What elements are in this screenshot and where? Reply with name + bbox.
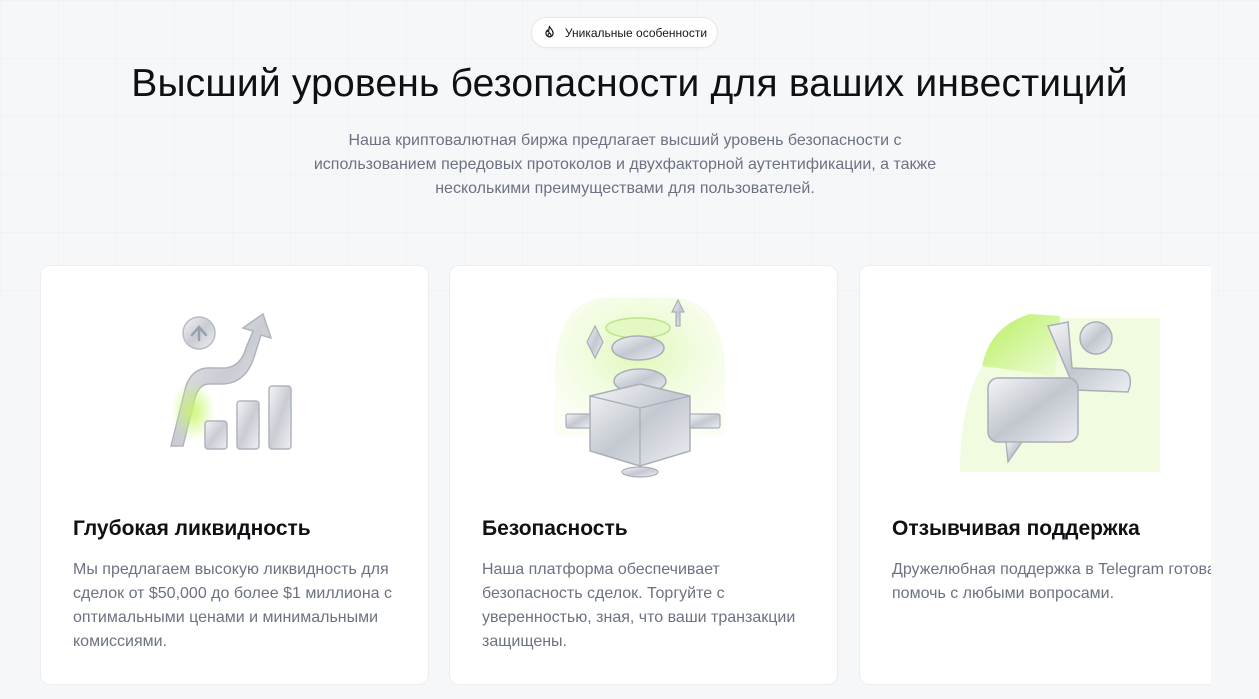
page-subtitle: Наша криптовалютная биржа предлагает выс… — [313, 132, 937, 197]
features-badge: Уникальные особенности — [531, 17, 718, 48]
feature-card-security: Безопасность Наша платформа обеспечивает… — [449, 265, 838, 685]
card-title: Отзывчивая поддержка — [892, 517, 1140, 540]
card-text: Мы предлагаем высокую ликвидность для сд… — [73, 561, 392, 650]
flame-icon — [545, 25, 554, 38]
feature-card-liquidity: Глубокая ликвидность Мы предлагаем высок… — [40, 265, 429, 685]
card-title: Глубокая ликвидность — [73, 517, 311, 540]
badge-label: Уникальные особенности — [564, 25, 708, 40]
card-text: Наша платформа обеспечивает безопасность… — [482, 561, 796, 650]
card-title: Безопасность — [482, 517, 628, 540]
card-text: Дружелюбная поддержка в Telegram готова … — [892, 561, 1211, 602]
feature-card-support: Отзывчивая поддержка Дружелюбная поддерж… — [859, 265, 1211, 685]
growth-chart-icon — [170, 312, 292, 450]
page-title: Высший уровень безопасности для ваших ин… — [131, 62, 1128, 105]
support-chat-icon — [960, 314, 1160, 472]
coin-box-icon — [555, 298, 725, 478]
